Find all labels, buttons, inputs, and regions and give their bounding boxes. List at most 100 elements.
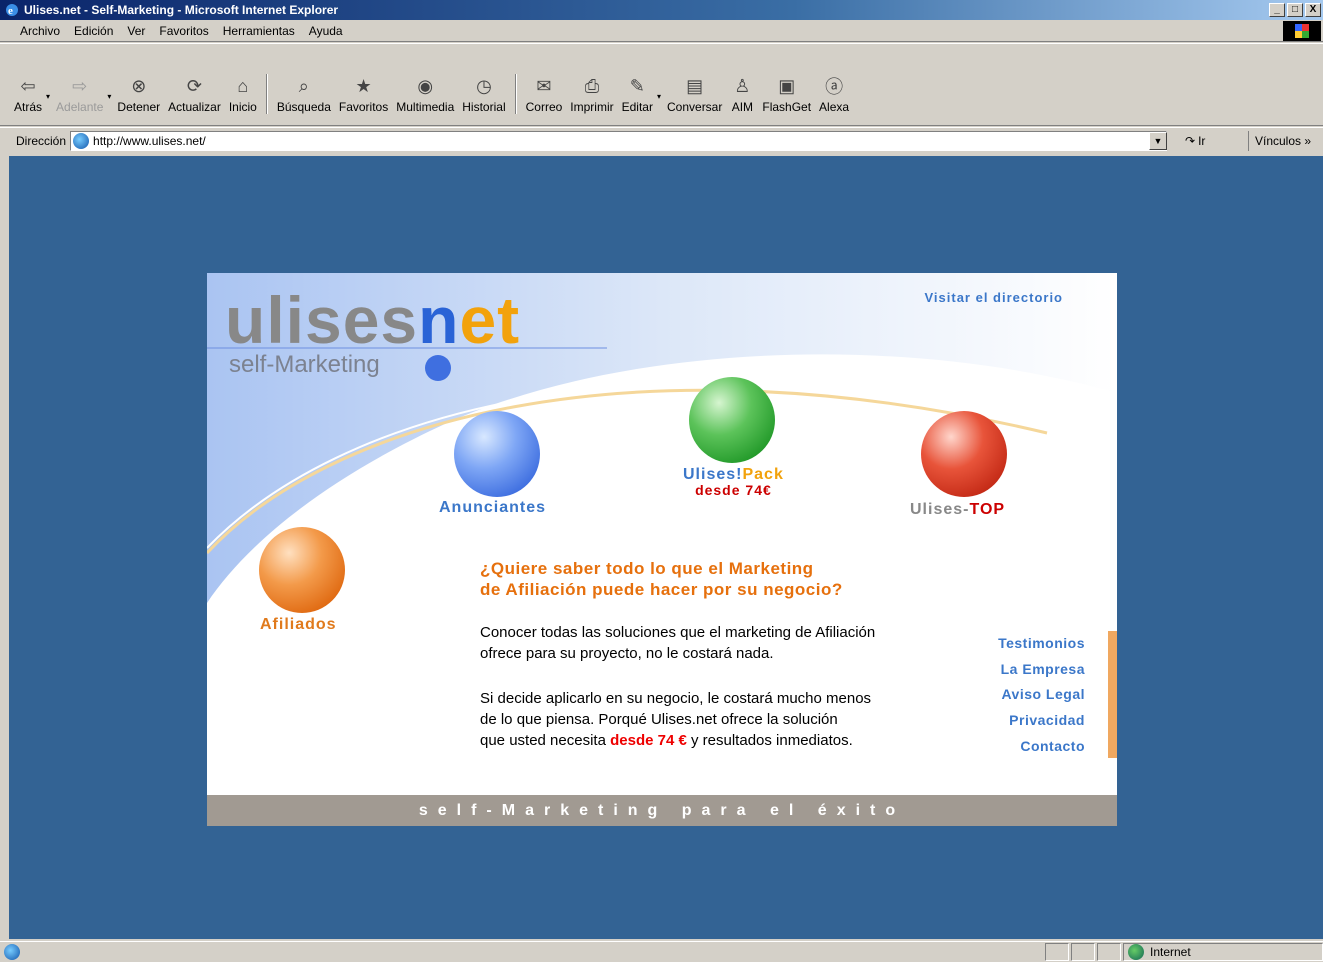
toolbar-separator (265, 74, 268, 114)
stop-label: Detener (117, 100, 161, 114)
print-button[interactable]: ⎙ Imprimir (566, 74, 617, 115)
go-button[interactable]: ↷ Ir (1185, 134, 1205, 148)
links-toolbar[interactable]: Vínculos » (1248, 131, 1323, 151)
privacidad-link[interactable]: Privacidad (998, 708, 1085, 734)
back-dropdown-icon[interactable]: ▾ (46, 92, 50, 101)
minimize-button[interactable]: _ (1269, 3, 1285, 17)
toolbar: ⇦ Atrás ▾ ⇨ Adelante ▾ ⊗ Detener ⟳ Actualizar ⌂ Ini… (0, 43, 1323, 126)
mail-icon: ✉ (536, 75, 552, 96)
forward-dropdown-icon[interactable]: ▾ (107, 92, 111, 101)
refresh-icon: ⟳ (186, 75, 203, 96)
testimonios-link[interactable]: Testimonios (998, 631, 1085, 657)
address-label: Dirección (16, 133, 67, 148)
address-input[interactable]: http://www.ulises.net/ (70, 130, 1168, 151)
search-button[interactable]: ⌕ Búsqueda (273, 74, 335, 115)
stop-button[interactable]: ⊗ Detener (113, 74, 164, 115)
mail-button[interactable]: ✉ Correo (522, 74, 567, 115)
aviso-legal-link[interactable]: Aviso Legal (998, 682, 1085, 708)
maximize-button[interactable]: □ (1287, 3, 1303, 17)
close-button[interactable]: X (1305, 3, 1321, 17)
ie-logo-icon: e (6, 4, 18, 17)
edit-button[interactable]: ✎ Editar (618, 74, 657, 115)
logo-subtitle: self-Marketing (229, 351, 380, 378)
go-arrow-icon: ↷ (1185, 133, 1196, 148)
history-icon: ◷ (476, 75, 492, 96)
para1-line-1: Conocer todas las soluciones que el mark… (480, 624, 876, 641)
edit-icon: ✎ (629, 75, 645, 96)
print-icon: ⎙ (584, 75, 600, 96)
directory-link[interactable]: Visitar el directorio (924, 290, 1063, 305)
menu-herramientas[interactable]: Herramientas (216, 24, 302, 38)
ulises-logo[interactable]: ulisesnet (225, 287, 520, 353)
alexa-label: Alexa (819, 100, 850, 114)
top-label-a: Ulises- (910, 501, 970, 518)
la-empresa-link[interactable]: La Empresa (998, 657, 1085, 683)
menu-edicion[interactable]: Edición (67, 24, 120, 38)
favorites-icon: ★ (355, 75, 372, 96)
para2-line-3b: y resultados inmediatos. (691, 732, 853, 749)
status-cell (1097, 943, 1121, 961)
ulises-pack-link[interactable]: Ulises!Pack desde 74€ (683, 466, 784, 498)
discuss-label: Conversar (667, 100, 723, 114)
home-button[interactable]: ⌂ Inicio (225, 74, 261, 115)
headline: ¿Quiere saber todo lo que el Marketing d… (480, 558, 843, 601)
menu-ayuda[interactable]: Ayuda (302, 24, 350, 38)
menu-favoritos[interactable]: Favoritos (152, 24, 215, 38)
home-icon: ⌂ (237, 75, 249, 96)
ulises-top-link[interactable]: Ulises-TOP (910, 501, 1005, 519)
flashget-label: FlashGet (762, 100, 812, 114)
menu-ver[interactable]: Ver (120, 24, 152, 38)
history-label: Historial (462, 100, 506, 114)
media-button[interactable]: ◉ Multimedia (392, 74, 458, 115)
flashget-button[interactable]: ▣ FlashGet (758, 74, 815, 115)
print-label: Imprimir (570, 100, 614, 114)
aim-icon: ♙ (734, 75, 751, 96)
favorites-button[interactable]: ★ Favoritos (335, 74, 392, 115)
back-button[interactable]: ⇦ Atrás (10, 74, 46, 115)
alexa-button[interactable]: ⓐ Alexa (815, 74, 853, 114)
zone-label: Internet (1150, 945, 1191, 959)
edit-dropdown-icon[interactable]: ▾ (657, 92, 661, 101)
menu-archivo[interactable]: Archivo (0, 24, 67, 38)
globe-icon (1128, 944, 1144, 960)
history-button[interactable]: ◷ Historial (458, 74, 509, 115)
aim-button[interactable]: ♙ AIM (726, 74, 758, 115)
pack-label-a: Ulises! (683, 466, 743, 483)
media-label: Multimedia (396, 100, 455, 114)
afiliados-link[interactable]: Afiliados (260, 616, 337, 634)
refresh-button[interactable]: ⟳ Actualizar (164, 74, 225, 115)
headline-line-1: ¿Quiere saber todo lo que el Marketing (480, 559, 814, 578)
offer-paragraph: Si decide aplicarlo en su negocio, le co… (480, 688, 871, 751)
search-icon: ⌕ (298, 75, 309, 96)
contacto-link[interactable]: Contacto (998, 734, 1085, 760)
discuss-button[interactable]: ▤ Conversar (663, 74, 726, 115)
logo-n: n (418, 283, 460, 357)
pack-price: desde 74€ (695, 482, 772, 498)
para2-line-2: de lo que piensa. Porqué Ulises.net ofre… (480, 711, 838, 728)
back-label: Atrás (14, 100, 43, 114)
para2-line-3a: que usted necesita (480, 732, 606, 749)
svg-text:e: e (8, 5, 13, 17)
home-label: Inicio (228, 100, 257, 114)
headline-line-2: de Afiliación puede hacer por su negocio… (480, 580, 843, 600)
intro-paragraph: Conocer todas las soluciones que el mark… (480, 622, 875, 664)
go-label: Ir (1198, 133, 1206, 148)
side-nav: Testimonios La Empresa Aviso Legal Priva… (998, 631, 1085, 760)
address-dropdown-button[interactable]: ▼ (1149, 131, 1168, 150)
back-icon: ⇦ (20, 75, 36, 96)
top-label-b: TOP (969, 501, 1006, 518)
flashget-icon: ▣ (778, 75, 796, 96)
status-cell (1071, 943, 1095, 961)
mail-label: Correo (525, 100, 563, 114)
price-highlight: desde 74 € (610, 732, 687, 749)
window-title: Ulises.net - Self-Marketing - Microsoft … (24, 3, 339, 17)
status-bar: Internet (0, 941, 1323, 962)
anunciantes-link[interactable]: Anunciantes (439, 499, 546, 517)
media-icon: ◉ (417, 75, 434, 96)
side-accent-bar (1108, 631, 1117, 758)
title-bar: e Ulises.net - Self-Marketing - Microsof… (0, 0, 1323, 20)
forward-button[interactable]: ⇨ Adelante (52, 74, 107, 115)
forward-icon: ⇨ (72, 75, 88, 96)
stop-icon: ⊗ (131, 75, 147, 96)
address-url: http://www.ulises.net/ (93, 133, 206, 148)
